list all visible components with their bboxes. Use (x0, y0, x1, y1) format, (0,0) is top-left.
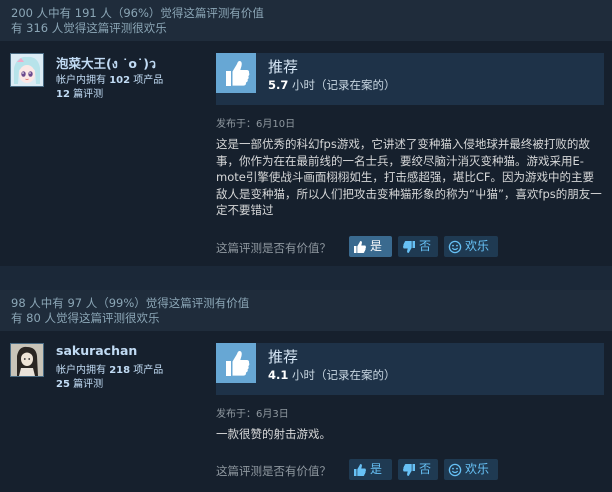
vote-no-label: 否 (419, 462, 432, 476)
author-products[interactable]: 帐户内拥有 102 项产品 (56, 71, 163, 86)
review-text: 一款很赞的射击游戏。 (216, 427, 331, 441)
reviews-suffix: 篇评测 (69, 89, 104, 100)
posted-date: 发布于：6月3日 (216, 409, 289, 420)
reviews-page: 200 人中有 191 人（96%）觉得这篇评测有价值 有 316 人觉得这篇评… (0, 0, 612, 492)
vote-funny-label: 欢乐 (465, 239, 490, 253)
verdict-title: 推荐 (268, 348, 299, 366)
products-suffix: 项产品 (130, 75, 164, 86)
vote-controls: 这篇评测是否有价值？ 是 否 欢乐 (216, 459, 604, 481)
review-content: 推荐 5.7 小时（记录在案的） 发布于：6月10日 这是一部优秀的科幻fps游… (216, 53, 604, 219)
review-content: 推荐 4.1 小时（记录在案的） 发布于：6月3日 一款很赞的射击游戏。 (216, 343, 604, 443)
helpful-count-text: 200 人中有 191 人（96%）觉得这篇评测有价值 (11, 6, 264, 20)
review-verdict[interactable]: 推荐 4.1 小时（记录在案的） (216, 343, 604, 395)
helpful-count-text: 98 人中有 97 人（99%）觉得这篇评测有价值 (11, 296, 250, 310)
author-reviews[interactable]: 12 篇评测 (56, 85, 103, 100)
vote-question: 这篇评测是否有价值？ (216, 464, 331, 478)
author-reviews[interactable]: 25 篇评测 (56, 375, 103, 390)
smiley-icon (448, 463, 462, 476)
review-text: 这是一部优秀的科幻fps游戏，它讲述了变种猫入侵地球并最终被打败的故事，你作为在… (216, 137, 602, 217)
vote-yes-button[interactable]: 是 (349, 459, 392, 480)
hours-suffix: 小时（记录在案的） (288, 78, 396, 92)
hours-on-record: 5.7 小时（记录在案的） (268, 77, 396, 93)
vote-no-button[interactable]: 否 (398, 236, 438, 257)
author-name[interactable]: sakurachan (56, 343, 137, 358)
review-card: 200 人中有 191 人（96%）觉得这篇评测有价值 有 316 人觉得这篇评… (0, 0, 612, 266)
vote-yes-label: 是 (370, 462, 383, 476)
vote-funny-label: 欢乐 (465, 462, 490, 476)
vote-funny-button[interactable]: 欢乐 (444, 459, 498, 480)
thumbs-down-icon (403, 240, 415, 253)
vote-controls: 这篇评测是否有价值？ 是 否 欢乐 (216, 236, 604, 258)
review-card: 98 人中有 97 人（99%）觉得这篇评测有价值 有 80 人觉得这篇评测很欢… (0, 290, 612, 492)
products-count: 102 (109, 75, 131, 86)
verdict-title: 推荐 (268, 58, 299, 76)
review-separator (0, 266, 612, 290)
vote-funny-button[interactable]: 欢乐 (444, 236, 498, 257)
reviews-count: 12 (56, 89, 70, 100)
posted-date: 发布于：6月10日 (216, 119, 296, 130)
reviews-count: 25 (56, 379, 70, 390)
review-verdict[interactable]: 推荐 5.7 小时（记录在案的） (216, 53, 604, 105)
thumbs-up-icon (216, 343, 256, 383)
vote-yes-label: 是 (370, 239, 383, 253)
vote-question: 这篇评测是否有价值？ (216, 241, 331, 255)
funny-count-text: 有 316 人觉得这篇评测很欢乐 (11, 21, 167, 35)
smiley-icon (448, 240, 462, 253)
vote-no-button[interactable]: 否 (398, 459, 438, 480)
thumbs-down-icon (403, 463, 415, 476)
products-suffix: 项产品 (130, 365, 164, 376)
hours-suffix: 小时（记录在案的） (288, 368, 396, 382)
vote-no-label: 否 (419, 239, 432, 253)
thumbs-up-icon (354, 240, 366, 253)
avatar[interactable] (10, 53, 44, 87)
vote-yes-button[interactable]: 是 (349, 236, 392, 257)
products-count: 218 (109, 365, 131, 376)
hours-value: 4.1 (268, 368, 289, 382)
thumbs-up-icon (216, 53, 256, 93)
funny-count-text: 有 80 人觉得这篇评测很欢乐 (11, 311, 160, 325)
thumbs-up-icon (354, 463, 366, 476)
author-products[interactable]: 帐户内拥有 218 项产品 (56, 361, 163, 376)
reviews-suffix: 篇评测 (69, 379, 104, 390)
hours-on-record: 4.1 小时（记录在案的） (268, 367, 396, 383)
avatar[interactable] (10, 343, 44, 377)
hours-value: 5.7 (268, 78, 289, 92)
review-helpful-summary: 200 人中有 191 人（96%）觉得这篇评测有价值 有 316 人觉得这篇评… (0, 0, 612, 41)
review-helpful-summary: 98 人中有 97 人（99%）觉得这篇评测有价值 有 80 人觉得这篇评测很欢… (0, 290, 612, 331)
